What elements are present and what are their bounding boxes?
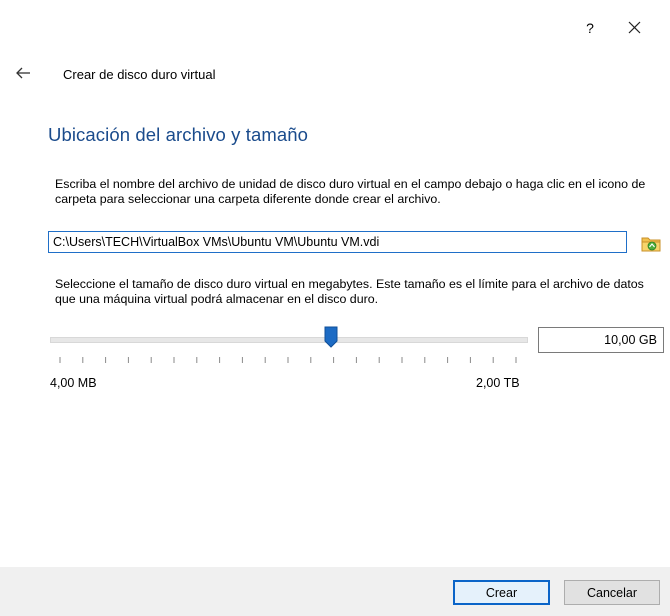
help-button[interactable]: ? — [577, 17, 603, 39]
close-button[interactable] — [621, 16, 647, 40]
size-instructions: Seleccione el tamaño de disco duro virtu… — [55, 277, 644, 306]
file-path-input[interactable] — [48, 231, 627, 253]
file-instructions: Escriba el nombre del archivo de unidad … — [55, 177, 646, 206]
slider-handle[interactable] — [324, 326, 338, 348]
choose-folder-button[interactable] — [641, 234, 661, 252]
close-icon — [628, 21, 641, 34]
back-arrow-icon — [16, 67, 30, 79]
cancel-button[interactable]: Cancelar — [564, 580, 660, 605]
page-heading: Ubicación del archivo y tamaño — [48, 124, 309, 145]
size-min-label: 4,00 MB — [50, 376, 97, 390]
folder-icon — [641, 237, 661, 252]
slider-ticks — [59, 357, 517, 363]
create-button[interactable]: Crear — [453, 580, 550, 605]
size-input[interactable] — [538, 327, 664, 353]
size-slider[interactable] — [50, 326, 528, 366]
back-button[interactable] — [14, 64, 34, 82]
footer-bar: Crear Cancelar — [0, 567, 670, 616]
size-max-label: 2,00 TB — [476, 376, 520, 390]
slider-track[interactable] — [50, 337, 528, 343]
wizard-title: Crear de disco duro virtual — [63, 67, 216, 82]
